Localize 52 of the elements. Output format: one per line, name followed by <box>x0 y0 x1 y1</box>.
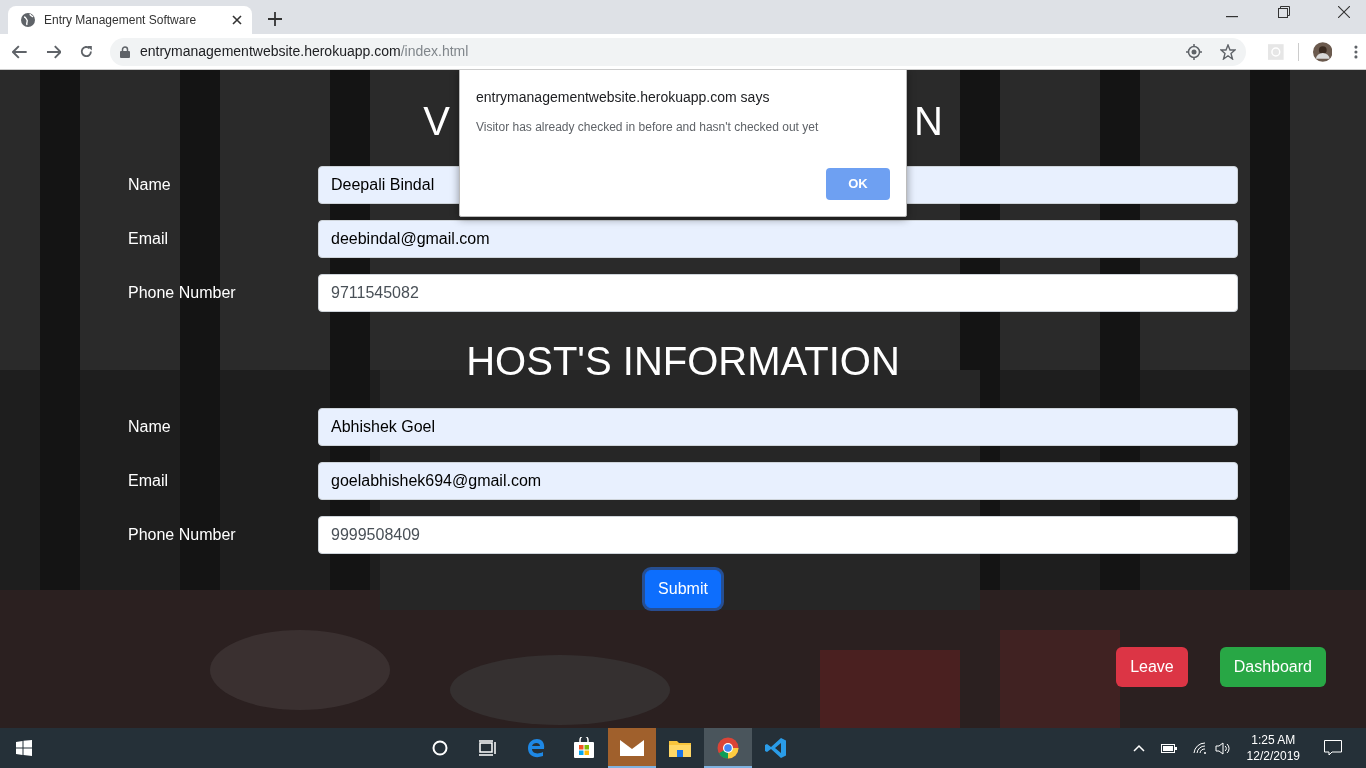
forward-icon[interactable] <box>45 44 62 59</box>
section-heading: HOST'S INFORMATION <box>465 338 901 384</box>
browser-tab[interactable]: Entry Management Software <box>8 6 252 34</box>
search-icon <box>431 739 449 757</box>
field-label: Phone Number <box>128 525 237 545</box>
dialog-message: Visitor has already checked in before and hasn't checked out yet <box>476 119 820 136</box>
clock-time[interactable]: 1:25 AM <box>1246 732 1300 748</box>
section-heading: N <box>913 98 943 144</box>
field-label: Name <box>128 417 172 437</box>
input-field[interactable]: deebindal@gmail.com <box>318 220 1238 258</box>
section-heading: V <box>423 98 450 144</box>
input-field[interactable]: 9711545082 <box>318 274 1238 312</box>
star-icon[interactable] <box>1219 43 1236 60</box>
restore-icon[interactable] <box>1278 6 1290 18</box>
chrome-icon <box>717 737 739 759</box>
caret-up-icon[interactable] <box>1132 744 1145 752</box>
clock-date[interactable]: 12/2/2019 <box>1246 748 1300 764</box>
back-icon[interactable] <box>12 44 28 59</box>
wifi-icon[interactable] <box>1192 742 1207 754</box>
reload-icon[interactable] <box>79 44 94 59</box>
lock-icon <box>119 45 130 58</box>
store-icon <box>573 737 595 759</box>
field-label: Phone Number <box>128 283 237 303</box>
folder-icon <box>669 739 691 757</box>
new-tab-icon[interactable] <box>268 12 282 26</box>
submit-button[interactable]: Submit <box>645 570 721 608</box>
input-field[interactable]: goelabhishek694@gmail.com <box>318 462 1238 500</box>
input-field[interactable]: 9999508409 <box>318 516 1238 554</box>
dialog-title: entrymanagementwebsite.herokuapp.com says <box>476 88 771 107</box>
close-icon[interactable] <box>232 15 242 25</box>
location-icon[interactable] <box>1185 43 1202 60</box>
field-label: Email <box>128 229 169 249</box>
edge-icon <box>526 738 546 758</box>
globe-icon <box>20 12 36 28</box>
profile-avatar[interactable] <box>1312 41 1333 62</box>
task-view-icon <box>479 740 497 756</box>
notification-icon[interactable] <box>1324 740 1342 756</box>
leave-button[interactable]: Leave <box>1116 647 1188 687</box>
field-label: Name <box>128 175 172 195</box>
battery-icon[interactable] <box>1160 743 1177 753</box>
url-text: entrymanagementwebsite.herokuapp.com/index.html <box>139 42 469 61</box>
envelope-icon <box>620 740 644 756</box>
minimize-icon[interactable] <box>1226 16 1238 18</box>
field-label: Email <box>128 471 169 491</box>
input-field[interactable]: Abhishek Goel <box>318 408 1238 446</box>
code-editor-icon <box>765 737 787 759</box>
tab-title: Entry Management Software <box>44 12 198 29</box>
volume-icon[interactable] <box>1214 741 1231 755</box>
menu-icon[interactable] <box>1354 44 1358 59</box>
windows-icon <box>16 740 32 756</box>
close-window-icon[interactable] <box>1338 6 1350 18</box>
address-bar[interactable]: entrymanagementwebsite.herokuapp.com/index.html <box>109 37 1246 66</box>
